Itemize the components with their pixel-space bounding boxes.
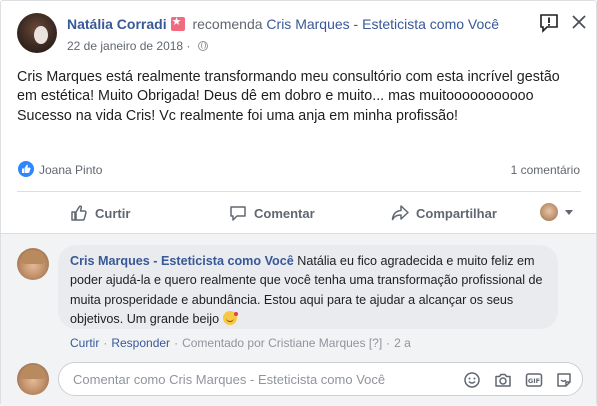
comment-count[interactable]: 1 comentário — [511, 163, 580, 177]
comment-button-label: Comentar — [254, 205, 315, 221]
globe-icon[interactable] — [197, 41, 208, 51]
report-icon[interactable] — [538, 12, 560, 34]
post-card: Natália Corradi recomenda Cris Marques -… — [0, 0, 597, 406]
like-button-label: Curtir — [95, 205, 131, 221]
comment-input[interactable]: Comentar como Cris Marques - Esteticista… — [58, 362, 583, 396]
divider — [17, 191, 581, 192]
author-avatar[interactable] — [17, 13, 57, 53]
reactor-name[interactable]: Joana Pinto — [39, 163, 102, 177]
comment-input-placeholder: Comentar como Cris Marques - Esteticista… — [73, 372, 386, 387]
share-icon — [391, 205, 409, 221]
camera-icon[interactable] — [494, 371, 512, 389]
composer-avatar — [17, 363, 49, 395]
page-link[interactable]: Cris Marques - Esteticista como Você — [266, 16, 499, 32]
gif-icon[interactable]: GIF — [525, 371, 543, 389]
kiss-emoji-icon — [222, 310, 238, 325]
post-text: Cris Marques está realmente transformand… — [17, 69, 560, 124]
comment-time[interactable]: 2 a — [394, 336, 411, 350]
sticker-icon[interactable] — [555, 371, 573, 389]
commented-by: Comentado por Cristiane Marques — [182, 336, 366, 350]
post-date-line: 22 de janeiro de 2018 · — [67, 39, 208, 53]
chevron-down-icon — [565, 209, 573, 215]
like-icon — [71, 205, 87, 221]
comment-button[interactable]: Comentar — [228, 195, 315, 231]
post-header: Natália Corradi recomenda Cris Marques -… — [67, 15, 499, 32]
comment-icon — [230, 206, 246, 221]
like-button[interactable]: Curtir — [69, 195, 130, 231]
comments-section: Cris Marques - Esteticista como Você Nat… — [1, 233, 596, 406]
recommends-label: recomenda — [192, 16, 263, 32]
share-button[interactable]: Compartilhar — [390, 195, 497, 231]
like-reaction-icon[interactable] — [18, 161, 34, 177]
recommend-star-icon — [170, 15, 185, 31]
author-name[interactable]: Natália Corradi — [67, 16, 167, 32]
commenter-avatar[interactable] — [17, 248, 49, 280]
share-button-label: Compartilhar — [416, 205, 497, 221]
comment-reply-link[interactable]: Responder — [111, 336, 170, 350]
comment-like-link[interactable]: Curtir — [70, 336, 99, 350]
separator-dot: · — [186, 39, 191, 53]
comment-body: Cris Marques - Esteticista como Você Nat… — [70, 252, 550, 329]
action-bar: Curtir Comentar Compartilhar — [17, 195, 581, 231]
comment-meta: Curtir · Responder · Comentado por Cristiane… — [70, 336, 411, 350]
post-as-selector[interactable] — [540, 203, 573, 221]
viewer-avatar — [540, 203, 558, 221]
comment-author[interactable]: Cris Marques - Esteticista como Você — [70, 254, 294, 268]
more-icon[interactable] — [570, 13, 588, 31]
post-date[interactable]: 22 de janeiro de 2018 — [67, 39, 183, 53]
svg-text:GIF: GIF — [528, 377, 540, 385]
help-mark[interactable]: [?] — [369, 336, 382, 350]
emoji-icon[interactable] — [463, 371, 481, 389]
